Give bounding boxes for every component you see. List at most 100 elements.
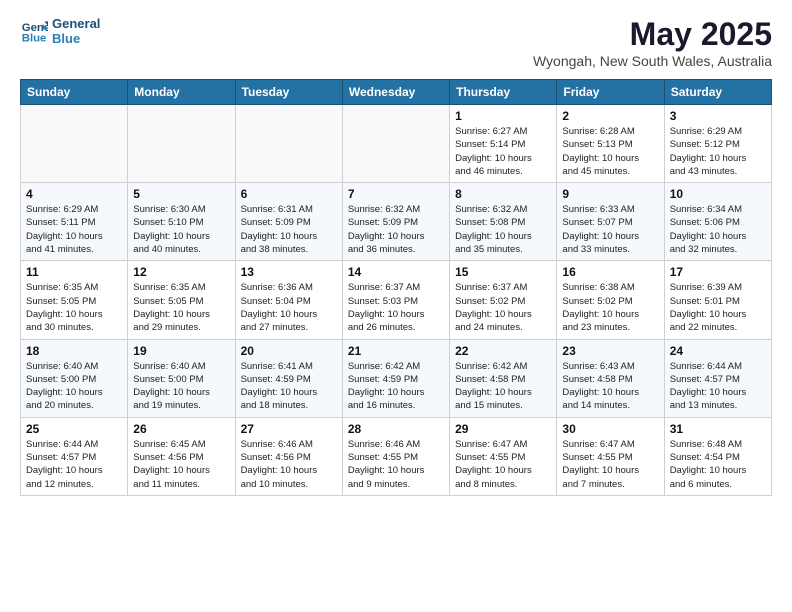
day-number: 13 <box>241 265 337 279</box>
cell-0-4: 1 Sunrise: 6:27 AM Sunset: 5:14 PM Daylig… <box>450 105 557 183</box>
day-info: Sunrise: 6:42 AM Sunset: 4:59 PM Dayligh… <box>348 360 444 413</box>
day-info: Sunrise: 6:38 AM Sunset: 5:02 PM Dayligh… <box>562 281 658 334</box>
cell-0-5: 2 Sunrise: 6:28 AM Sunset: 5:13 PM Daylig… <box>557 105 664 183</box>
calendar-subtitle: Wyongah, New South Wales, Australia <box>533 53 772 69</box>
day-info: Sunrise: 6:28 AM Sunset: 5:13 PM Dayligh… <box>562 125 658 178</box>
cell-4-3: 28 Sunrise: 6:46 AM Sunset: 4:55 PM Dayli… <box>342 417 449 495</box>
day-number: 22 <box>455 344 551 358</box>
cell-3-3: 21 Sunrise: 6:42 AM Sunset: 4:59 PM Dayli… <box>342 339 449 417</box>
cell-4-0: 25Sunrise: 6:44 AM Sunset: 4:57 PM Dayli… <box>21 417 128 495</box>
day-info: Sunrise: 6:37 AM Sunset: 5:03 PM Dayligh… <box>348 281 444 334</box>
day-number: 10 <box>670 187 766 201</box>
logo-text: General Blue <box>52 16 100 46</box>
day-info: Sunrise: 6:35 AM Sunset: 5:05 PM Dayligh… <box>26 281 122 334</box>
cell-1-1: 5 Sunrise: 6:30 AM Sunset: 5:10 PM Daylig… <box>128 183 235 261</box>
cell-3-5: 23Sunrise: 6:43 AM Sunset: 4:58 PM Dayli… <box>557 339 664 417</box>
day-number: 1 <box>455 109 551 123</box>
cell-0-2 <box>235 105 342 183</box>
weekday-saturday: Saturday <box>664 80 771 105</box>
cell-1-6: 10Sunrise: 6:34 AM Sunset: 5:06 PM Dayli… <box>664 183 771 261</box>
calendar-page: General Blue General Blue May 2025 Wyong… <box>0 0 792 612</box>
day-number: 2 <box>562 109 658 123</box>
day-info: Sunrise: 6:47 AM Sunset: 4:55 PM Dayligh… <box>562 438 658 491</box>
day-number: 3 <box>670 109 766 123</box>
day-number: 27 <box>241 422 337 436</box>
day-number: 8 <box>455 187 551 201</box>
cell-4-5: 30 Sunrise: 6:47 AM Sunset: 4:55 PM Dayli… <box>557 417 664 495</box>
day-number: 28 <box>348 422 444 436</box>
weekday-wednesday: Wednesday <box>342 80 449 105</box>
weekday-monday: Monday <box>128 80 235 105</box>
cell-2-2: 13 Sunrise: 6:36 AM Sunset: 5:04 PM Dayli… <box>235 261 342 339</box>
day-info: Sunrise: 6:33 AM Sunset: 5:07 PM Dayligh… <box>562 203 658 256</box>
day-info: Sunrise: 6:29 AM Sunset: 5:12 PM Dayligh… <box>670 125 766 178</box>
title-block: May 2025 Wyongah, New South Wales, Austr… <box>533 16 772 69</box>
cell-1-2: 6 Sunrise: 6:31 AM Sunset: 5:09 PM Daylig… <box>235 183 342 261</box>
day-info: Sunrise: 6:40 AM Sunset: 5:00 PM Dayligh… <box>133 360 229 413</box>
day-number: 26 <box>133 422 229 436</box>
day-number: 12 <box>133 265 229 279</box>
calendar-table: SundayMondayTuesdayWednesdayThursdayFrid… <box>20 79 772 496</box>
cell-4-6: 31 Sunrise: 6:48 AM Sunset: 4:54 PM Dayli… <box>664 417 771 495</box>
day-number: 5 <box>133 187 229 201</box>
cell-2-3: 14 Sunrise: 6:37 AM Sunset: 5:03 PM Dayli… <box>342 261 449 339</box>
cell-1-5: 9 Sunrise: 6:33 AM Sunset: 5:07 PM Daylig… <box>557 183 664 261</box>
day-number: 17 <box>670 265 766 279</box>
cell-0-0 <box>21 105 128 183</box>
week-row-5: 25Sunrise: 6:44 AM Sunset: 4:57 PM Dayli… <box>21 417 772 495</box>
day-number: 30 <box>562 422 658 436</box>
day-info: Sunrise: 6:44 AM Sunset: 4:57 PM Dayligh… <box>670 360 766 413</box>
day-info: Sunrise: 6:47 AM Sunset: 4:55 PM Dayligh… <box>455 438 551 491</box>
day-info: Sunrise: 6:45 AM Sunset: 4:56 PM Dayligh… <box>133 438 229 491</box>
day-info: Sunrise: 6:36 AM Sunset: 5:04 PM Dayligh… <box>241 281 337 334</box>
day-number: 21 <box>348 344 444 358</box>
logo-line2: Blue <box>52 31 100 46</box>
day-info: Sunrise: 6:30 AM Sunset: 5:10 PM Dayligh… <box>133 203 229 256</box>
weekday-tuesday: Tuesday <box>235 80 342 105</box>
day-number: 15 <box>455 265 551 279</box>
cell-1-3: 7 Sunrise: 6:32 AM Sunset: 5:09 PM Daylig… <box>342 183 449 261</box>
week-row-1: 1 Sunrise: 6:27 AM Sunset: 5:14 PM Daylig… <box>21 105 772 183</box>
day-info: Sunrise: 6:39 AM Sunset: 5:01 PM Dayligh… <box>670 281 766 334</box>
week-row-2: 4Sunrise: 6:29 AM Sunset: 5:11 PM Daylig… <box>21 183 772 261</box>
cell-3-2: 20 Sunrise: 6:41 AM Sunset: 4:59 PM Dayli… <box>235 339 342 417</box>
cell-2-4: 15 Sunrise: 6:37 AM Sunset: 5:02 PM Dayli… <box>450 261 557 339</box>
day-info: Sunrise: 6:31 AM Sunset: 5:09 PM Dayligh… <box>241 203 337 256</box>
day-number: 29 <box>455 422 551 436</box>
day-number: 19 <box>133 344 229 358</box>
week-row-4: 18Sunrise: 6:40 AM Sunset: 5:00 PM Dayli… <box>21 339 772 417</box>
cell-2-6: 17 Sunrise: 6:39 AM Sunset: 5:01 PM Dayli… <box>664 261 771 339</box>
weekday-friday: Friday <box>557 80 664 105</box>
day-number: 20 <box>241 344 337 358</box>
day-number: 11 <box>26 265 122 279</box>
day-info: Sunrise: 6:37 AM Sunset: 5:02 PM Dayligh… <box>455 281 551 334</box>
cell-3-6: 24Sunrise: 6:44 AM Sunset: 4:57 PM Dayli… <box>664 339 771 417</box>
day-info: Sunrise: 6:46 AM Sunset: 4:55 PM Dayligh… <box>348 438 444 491</box>
cell-3-1: 19 Sunrise: 6:40 AM Sunset: 5:00 PM Dayli… <box>128 339 235 417</box>
week-row-3: 11 Sunrise: 6:35 AM Sunset: 5:05 PM Dayli… <box>21 261 772 339</box>
day-info: Sunrise: 6:41 AM Sunset: 4:59 PM Dayligh… <box>241 360 337 413</box>
cell-4-4: 29 Sunrise: 6:47 AM Sunset: 4:55 PM Dayli… <box>450 417 557 495</box>
day-info: Sunrise: 6:46 AM Sunset: 4:56 PM Dayligh… <box>241 438 337 491</box>
day-number: 16 <box>562 265 658 279</box>
day-info: Sunrise: 6:48 AM Sunset: 4:54 PM Dayligh… <box>670 438 766 491</box>
day-info: Sunrise: 6:29 AM Sunset: 5:11 PM Dayligh… <box>26 203 122 256</box>
calendar-title: May 2025 <box>533 16 772 53</box>
day-number: 6 <box>241 187 337 201</box>
cell-0-3 <box>342 105 449 183</box>
cell-3-0: 18Sunrise: 6:40 AM Sunset: 5:00 PM Dayli… <box>21 339 128 417</box>
day-number: 31 <box>670 422 766 436</box>
weekday-header-row: SundayMondayTuesdayWednesdayThursdayFrid… <box>21 80 772 105</box>
cell-3-4: 22Sunrise: 6:42 AM Sunset: 4:58 PM Dayli… <box>450 339 557 417</box>
day-info: Sunrise: 6:32 AM Sunset: 5:09 PM Dayligh… <box>348 203 444 256</box>
cell-2-0: 11 Sunrise: 6:35 AM Sunset: 5:05 PM Dayli… <box>21 261 128 339</box>
weekday-thursday: Thursday <box>450 80 557 105</box>
day-number: 7 <box>348 187 444 201</box>
day-number: 14 <box>348 265 444 279</box>
logo-icon: General Blue <box>20 17 48 45</box>
day-info: Sunrise: 6:32 AM Sunset: 5:08 PM Dayligh… <box>455 203 551 256</box>
day-number: 25 <box>26 422 122 436</box>
day-info: Sunrise: 6:27 AM Sunset: 5:14 PM Dayligh… <box>455 125 551 178</box>
day-number: 9 <box>562 187 658 201</box>
weekday-sunday: Sunday <box>21 80 128 105</box>
